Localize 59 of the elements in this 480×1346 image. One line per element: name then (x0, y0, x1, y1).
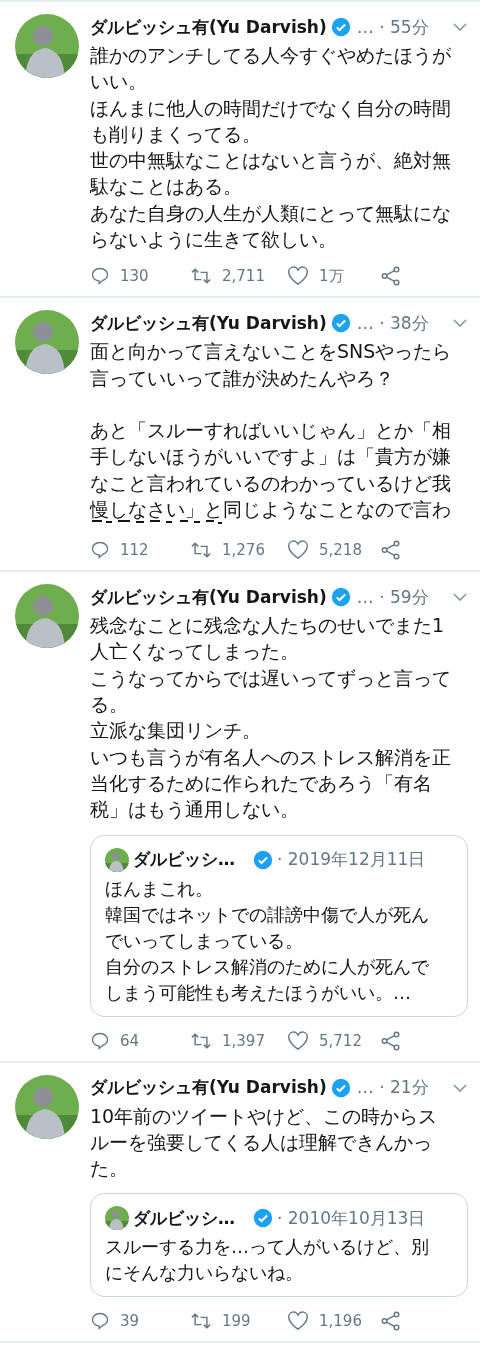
avatar[interactable] (105, 847, 129, 872)
tweet-time: … · 59分 (356, 585, 429, 609)
heart-icon[interactable] (287, 1311, 309, 1332)
share-icon[interactable] (380, 1029, 402, 1052)
tweet-text: 世の中無駄なことはないと言うが、絶対無駄なことはある。 (90, 148, 452, 200)
quoted-tweet[interactable]: ダルビッシ… · 2010年10月13日 スルーする力を…って人がいるけど、別にそんな力いらないね。 (90, 1193, 468, 1298)
quoted-date: · 2010年10月13日 (277, 1206, 426, 1230)
reply-icon[interactable] (90, 1030, 110, 1051)
reply-icon[interactable] (90, 266, 110, 287)
quoted-text: ほんまこれ。 (105, 876, 214, 901)
retweet-count: 1,397 (222, 1031, 265, 1050)
tweet-text: 面と向かって言えないことをSNSやったら言っていいって誰が決めたんやろ？ (90, 339, 453, 391)
tweet-text: ほんまに他人の時間だけでなく自分の時間も削りまくってる。 (90, 95, 452, 147)
retweet-count: 2,711 (222, 267, 265, 286)
author-name[interactable]: ダルビッシュ有(Yu Darvish) (90, 15, 327, 39)
author-name[interactable]: ダルビッシュ有(Yu Darvish) (90, 1076, 327, 1100)
quoted-author-name: ダルビッシ… (133, 1206, 235, 1230)
quoted-tweet[interactable]: ダルビッシ… · 2019年12月11日 ほんまこれ。 韓国ではネットでの誹謗中傷で人が死んでいってしまっている。 自分のストレス解消のために人が死んでしまう可能性も考えたほうがいい。… (90, 834, 468, 1017)
heart-icon[interactable] (287, 266, 309, 287)
quoted-text: 自分のストレス解消のために人が死んでしまう可能性も考えたほうがいい。… (105, 954, 430, 1005)
retweet-count: 199 (222, 1312, 251, 1331)
share-icon[interactable] (380, 1310, 402, 1333)
share-icon[interactable] (380, 265, 402, 288)
retweet-count: 1,276 (222, 541, 265, 560)
heart-icon[interactable] (287, 540, 309, 561)
heart-icon[interactable] (287, 1030, 309, 1051)
reply-count: 39 (120, 1312, 140, 1331)
tweet-time: … · 55分 (356, 15, 429, 39)
quoted-date: · 2019年12月11日 (277, 848, 426, 872)
like-count: 5,712 (319, 1031, 362, 1050)
like-count: 1万 (319, 266, 344, 286)
tweet-text: 誰かのアンチしてる人今すぐやめたほうがいい。 (90, 43, 452, 95)
author-name[interactable]: ダルビッシュ有(Yu Darvish) (90, 585, 327, 609)
tweet-text: こうなってからでは遅いってずっと言ってる。 (90, 665, 452, 718)
quoted-text: スルーする力を…って人がいるけど、別にそんな力いらないね。 (105, 1235, 430, 1286)
reply-count: 64 (120, 1031, 140, 1050)
reply-icon[interactable] (90, 1311, 110, 1332)
tweet-time: … · 38分 (356, 311, 429, 335)
tweet-text: いつも言うが有名人へのストレス解消を正当化するために作られたであろう「有名税」はもう通用しない。 (90, 744, 452, 823)
author-name[interactable]: ダルビッシュ有(Yu Darvish) (90, 311, 327, 335)
chevron-icon[interactable] (452, 21, 468, 33)
reply-count: 112 (120, 541, 149, 560)
like-count: 5,218 (319, 541, 362, 560)
quoted-author-name: ダルビッシ… (133, 848, 235, 872)
reply-count: 130 (120, 267, 149, 286)
tweet-text: あと「スルーすればいいじゃん」とか「相手しないほうがいいですよ」は「貴方が嫌なこと言われているのわかっているけど我慢しなさい」と同じようなことなので言わ (90, 417, 452, 522)
chevron-icon[interactable] (452, 591, 468, 604)
reply-icon[interactable] (90, 540, 110, 561)
tweet-text: 10年前のツイートやけど、この時からスルーを強要してくる人は理解できんかった。 (90, 1103, 439, 1182)
tweet-text: 残念なことに残念な人たちのせいでまた1人亡くなってしまった。 (90, 613, 446, 665)
quoted-text: 韓国ではネットでの誹謗中傷で人が死んでいってしまっている。 (105, 902, 430, 953)
tweet-text: あなた自身の人生が人類にとって無駄にならないように生きて欲しい。 (90, 200, 452, 253)
share-icon[interactable] (380, 539, 402, 562)
chevron-icon[interactable] (452, 1081, 468, 1094)
chevron-icon[interactable] (452, 317, 468, 330)
tweet-text: 立派な集団リンチ。 (90, 718, 262, 744)
like-count: 1,196 (319, 1312, 362, 1331)
tweet-time: … · 21分 (356, 1076, 429, 1100)
avatar[interactable] (105, 1206, 129, 1231)
